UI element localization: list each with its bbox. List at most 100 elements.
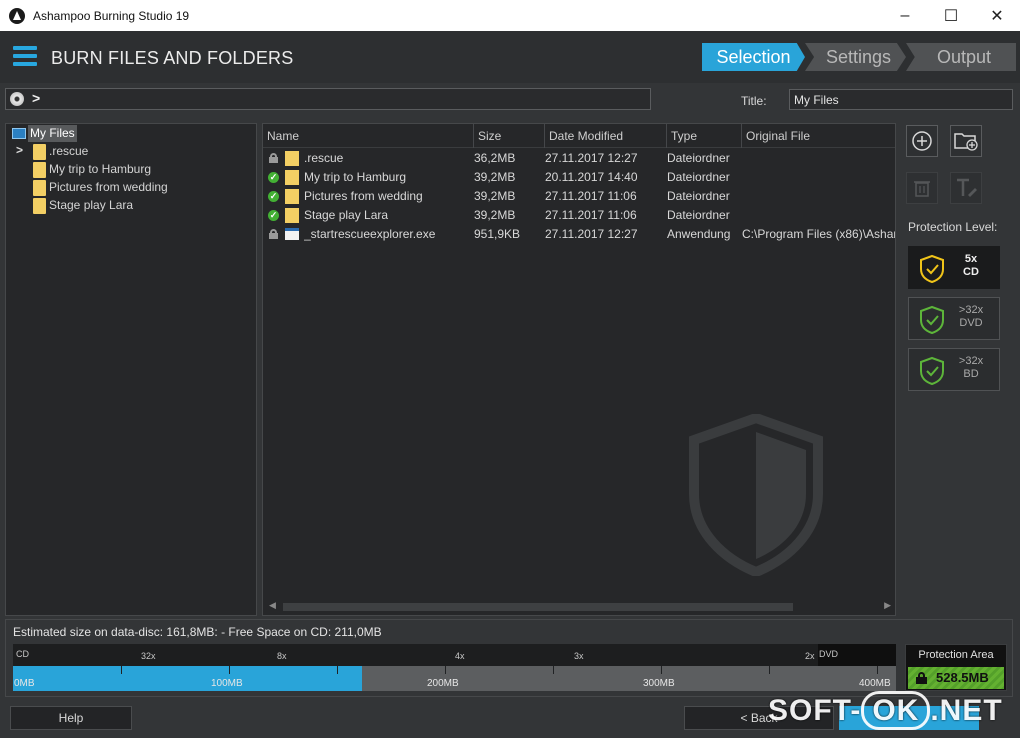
protection-level-media: BD	[963, 368, 979, 380]
mb-label: 0MB	[14, 678, 35, 689]
file-type: Dateiordner	[667, 189, 730, 203]
table-row[interactable]: ✓ Pictures from wedding 39,2MB 27.11.201…	[263, 187, 895, 206]
add-folder-icon	[954, 133, 978, 151]
site-watermark-left: SOFT-	[768, 694, 862, 727]
protection-level-text: >32x DVD	[955, 304, 987, 330]
maximize-button[interactable]: ☐	[928, 0, 974, 31]
table-row[interactable]: ✓ My trip to Hamburg 39,2MB 20.11.2017 1…	[263, 168, 895, 187]
cd-tag: CD	[16, 649, 29, 659]
file-type: Anwendung	[667, 227, 731, 241]
meter-tick	[877, 666, 878, 674]
speed-label: 3x	[574, 651, 584, 661]
file-original: C:\Program Files (x86)\Ashampoo	[742, 227, 895, 241]
column-type[interactable]: Type	[666, 124, 697, 148]
path-chevron-icon[interactable]: >	[32, 90, 40, 106]
table-row[interactable]: _startrescueexplorer.exe 951,9KB 27.11.2…	[263, 225, 895, 244]
lock-icon	[916, 672, 927, 684]
file-list[interactable]: Name Size Date Modified Type Original Fi…	[262, 123, 896, 616]
expand-chevron-icon[interactable]: >	[16, 143, 23, 157]
file-size: 39,2MB	[474, 189, 516, 203]
file-name: Stage play Lara	[304, 208, 389, 222]
tree-item[interactable]: Stage play Lara	[33, 197, 133, 214]
step-selection[interactable]: Selection	[702, 43, 805, 71]
protection-level-speed: >32x	[958, 304, 984, 316]
file-size: 951,9KB	[474, 227, 521, 241]
speed-label: 4x	[455, 651, 465, 661]
path-bar[interactable]: >	[5, 88, 651, 110]
shield-watermark-icon	[689, 414, 823, 576]
menu-icon[interactable]	[13, 46, 37, 66]
protection-level-media: DVD	[959, 317, 983, 329]
mb-label: 300MB	[643, 678, 675, 689]
app-logo-icon	[9, 7, 25, 24]
close-button[interactable]: ✕	[974, 0, 1020, 31]
tree-root[interactable]: My Files	[12, 125, 77, 142]
scroll-left-icon[interactable]: ◀	[269, 600, 276, 611]
folder-icon	[33, 179, 46, 196]
protection-level-bd-button[interactable]: >32x BD	[908, 348, 1000, 391]
rename-button[interactable]	[950, 172, 982, 204]
shield-icon	[920, 305, 944, 335]
scrollbar-thumb[interactable]	[283, 603, 793, 611]
meter-tick	[121, 666, 122, 674]
speed-label: 2x	[805, 651, 815, 661]
file-date: 27.11.2017 11:06	[545, 189, 637, 203]
file-name: Pictures from wedding	[304, 189, 423, 203]
table-row[interactable]: ✓ Stage play Lara 39,2MB 27.11.2017 11:0…	[263, 206, 895, 225]
folder-icon	[285, 151, 299, 166]
title-bar: Ashampoo Burning Studio 19 – ☐ ✕	[0, 0, 1020, 31]
folder-icon	[285, 208, 299, 223]
lock-icon	[269, 153, 278, 163]
column-original-file[interactable]: Original File	[741, 124, 810, 148]
site-watermark-right: .NET	[930, 694, 1003, 727]
step-output[interactable]: Output	[906, 43, 1016, 71]
computer-icon	[12, 128, 26, 139]
table-row[interactable]: .rescue 36,2MB 27.11.2017 12:27 Dateiord…	[263, 149, 895, 168]
add-file-button[interactable]	[906, 125, 938, 157]
protection-level-cd-button[interactable]: 5x CD	[908, 246, 1000, 289]
title-input[interactable]	[789, 89, 1013, 110]
folder-icon	[33, 197, 46, 214]
file-name: .rescue	[304, 151, 344, 165]
meter-tick	[445, 666, 446, 674]
protection-area-value-bar: 528.5MB	[908, 667, 1004, 689]
speed-label: 8x	[277, 651, 287, 661]
title-label: Title:	[741, 94, 767, 108]
add-folder-button[interactable]	[950, 125, 982, 157]
help-button[interactable]: Help	[10, 706, 132, 730]
capacity-used-fill	[13, 666, 363, 691]
scroll-right-icon[interactable]: ▶	[884, 600, 891, 611]
file-name: _startrescueexplorer.exe	[304, 227, 436, 241]
protection-area-title: Protection Area	[918, 649, 994, 661]
tree-item[interactable]: My trip to Hamburg	[33, 161, 151, 178]
site-watermark-ok: OK	[861, 691, 931, 730]
meter-tick	[769, 666, 770, 674]
page-title: BURN FILES AND FOLDERS	[51, 48, 294, 68]
column-date-modified[interactable]: Date Modified	[544, 124, 623, 148]
check-icon: ✓	[268, 172, 279, 183]
file-type: Dateiordner	[667, 170, 730, 184]
folder-tree[interactable]: My Files > .rescue My trip to Hamburg Pi…	[5, 123, 257, 616]
folder-icon	[285, 189, 299, 204]
shield-icon	[920, 356, 944, 386]
file-original	[742, 206, 895, 225]
horizontal-scrollbar[interactable]: ◀ ▶	[263, 599, 895, 615]
column-name[interactable]: Name	[263, 124, 299, 148]
folder-icon	[285, 170, 299, 185]
protection-level-dvd-button[interactable]: >32x DVD	[908, 297, 1000, 340]
file-original	[742, 187, 895, 206]
speed-label: 32x	[141, 651, 156, 661]
exe-icon	[285, 228, 299, 240]
tree-item[interactable]: Pictures from wedding	[33, 179, 168, 196]
file-type: Dateiordner	[667, 151, 730, 165]
tree-root-label: My Files	[28, 125, 77, 142]
plus-circle-icon	[912, 131, 932, 151]
step-settings[interactable]: Settings	[805, 43, 906, 71]
minimize-button[interactable]: –	[882, 0, 928, 31]
column-size[interactable]: Size	[473, 124, 501, 148]
protection-level-media: CD	[963, 266, 979, 278]
file-size: 39,2MB	[474, 208, 516, 222]
delete-button[interactable]	[906, 172, 938, 204]
tree-item[interactable]: .rescue	[33, 143, 88, 160]
protection-level-label: Protection Level:	[908, 220, 998, 234]
